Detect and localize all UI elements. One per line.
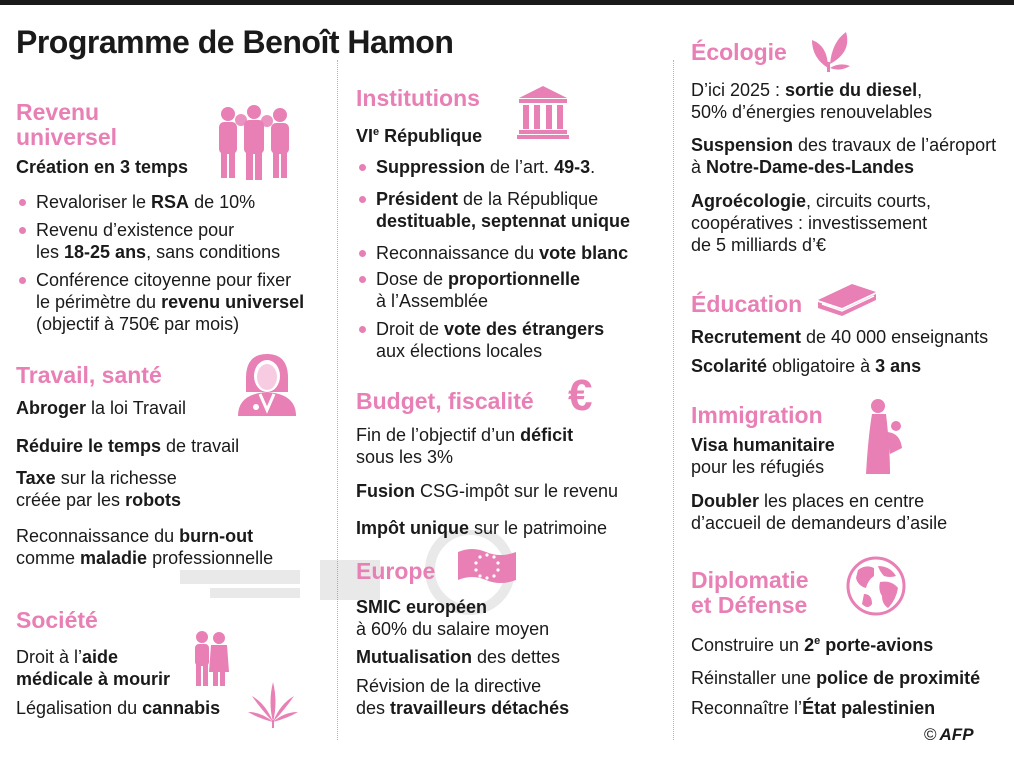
globe-icon bbox=[846, 556, 906, 616]
section-immigration-heading: Immigration bbox=[691, 402, 823, 428]
ecologie-item: Suspension des travaux de l’aéroport à No… bbox=[691, 135, 997, 177]
leaves-icon bbox=[812, 32, 850, 72]
list-item: Conférence citoyenne pour fixer le périmè… bbox=[16, 269, 304, 335]
section-budget-heading: Budget, fiscalité bbox=[356, 388, 534, 414]
top-rule bbox=[0, 0, 1014, 5]
list-item: Droit de vote des étrangers aux élections… bbox=[356, 318, 630, 362]
heading-line: universel bbox=[16, 124, 117, 150]
heading-line: et Défense bbox=[691, 592, 808, 618]
afp-logo: AFP bbox=[939, 725, 974, 744]
list-item: Revaloriser le RSA de 10% bbox=[16, 191, 304, 213]
europe-item: SMIC européen à 60% du salaire moyen bbox=[356, 597, 550, 639]
ecologie-item: Agroécologie, circuits courts, coopérativ… bbox=[691, 191, 932, 255]
societe-item: Droit à l’aide médicale à mourir bbox=[16, 647, 171, 689]
column-divider bbox=[337, 60, 338, 740]
heading-line: Diplomatie bbox=[691, 567, 809, 593]
section-diplomatie-heading: Diplomatie et Défense bbox=[691, 568, 809, 618]
immigration-item: Visa humanitaire pour les réfugiés bbox=[691, 435, 835, 477]
budget-item: Impôt unique sur le patrimoine bbox=[356, 518, 608, 538]
section-ecologie-heading: Écologie bbox=[691, 39, 787, 65]
list-item: Président de la République destituable, s… bbox=[356, 188, 630, 232]
budget-item: Fin de l’objectif d’un déficit sous les 3… bbox=[356, 425, 574, 467]
book-icon bbox=[818, 284, 876, 316]
doctor-icon bbox=[238, 354, 296, 416]
section-europe-heading: Europe bbox=[356, 558, 436, 584]
education-item: Recrutement de 40 000 enseignants bbox=[691, 327, 989, 347]
education-item: Scolarité obligatoire à 3 ans bbox=[691, 356, 922, 376]
list-item: Dose de proportionnelle à l’Assemblée bbox=[356, 268, 630, 312]
budget-item: Fusion CSG-impôt sur le revenu bbox=[356, 481, 619, 501]
institution-building-icon bbox=[517, 86, 569, 139]
section-revenu-heading: Revenu universel bbox=[16, 100, 117, 150]
travail-item: Reconnaissance du burn-out comme maladie … bbox=[16, 526, 274, 568]
euro-icon: € bbox=[568, 371, 593, 420]
diplomatie-item: Réinstaller une police de proximité bbox=[691, 668, 981, 688]
immigration-item: Doubler les places en centre d’accueil de… bbox=[691, 491, 948, 533]
cannabis-leaf-icon bbox=[248, 682, 298, 728]
diplomatie-item: Reconnaître l’État palestinien bbox=[691, 698, 936, 718]
list-item: Suppression de l’art. 49-3. bbox=[356, 156, 630, 178]
societe-item: Légalisation du cannabis bbox=[16, 698, 221, 718]
revenu-bullet-list: Revaloriser le RSA de 10% Revenu d’exist… bbox=[16, 191, 304, 335]
heading-line: Revenu bbox=[16, 99, 100, 125]
refugee-icon bbox=[866, 399, 902, 474]
elderly-couple-icon bbox=[195, 631, 229, 686]
europe-item: Révision de la directive des travailleurs… bbox=[356, 676, 570, 718]
section-institutions-heading: Institutions bbox=[356, 85, 480, 111]
institutions-bullet-list: Suppression de l’art. 49-3. Président de… bbox=[356, 156, 630, 362]
list-item: Reconnaissance du vote blanc bbox=[356, 242, 630, 264]
travail-item: Abroger la loi Travail bbox=[16, 398, 187, 418]
list-item: Revenu d’existence pour les 18-25 ans, sa… bbox=[16, 219, 304, 263]
ecologie-item: D’ici 2025 : sortie du diesel, 50% d’éner… bbox=[691, 80, 933, 122]
section-institutions-subtitle: VIe République bbox=[356, 126, 483, 146]
page-title: Programme de Benoît Hamon bbox=[16, 24, 454, 60]
eu-flag-icon bbox=[458, 549, 516, 583]
section-travail-heading: Travail, santé bbox=[16, 362, 162, 388]
section-education-heading: Éducation bbox=[691, 291, 803, 317]
travail-item: Réduire le temps de travail bbox=[16, 436, 240, 456]
afp-credit: © AFP bbox=[924, 725, 974, 745]
column-divider bbox=[673, 60, 674, 740]
travail-item: Taxe sur la richesse créée par les robots bbox=[16, 468, 182, 510]
section-societe-heading: Société bbox=[16, 607, 98, 633]
group-of-people-icon bbox=[219, 105, 289, 180]
copyright-symbol: © bbox=[924, 725, 937, 744]
diplomatie-item: Construire un 2e porte-avions bbox=[691, 635, 934, 655]
section-revenu-subtitle: Création en 3 temps bbox=[16, 157, 189, 177]
europe-item: Mutualisation des dettes bbox=[356, 647, 561, 667]
